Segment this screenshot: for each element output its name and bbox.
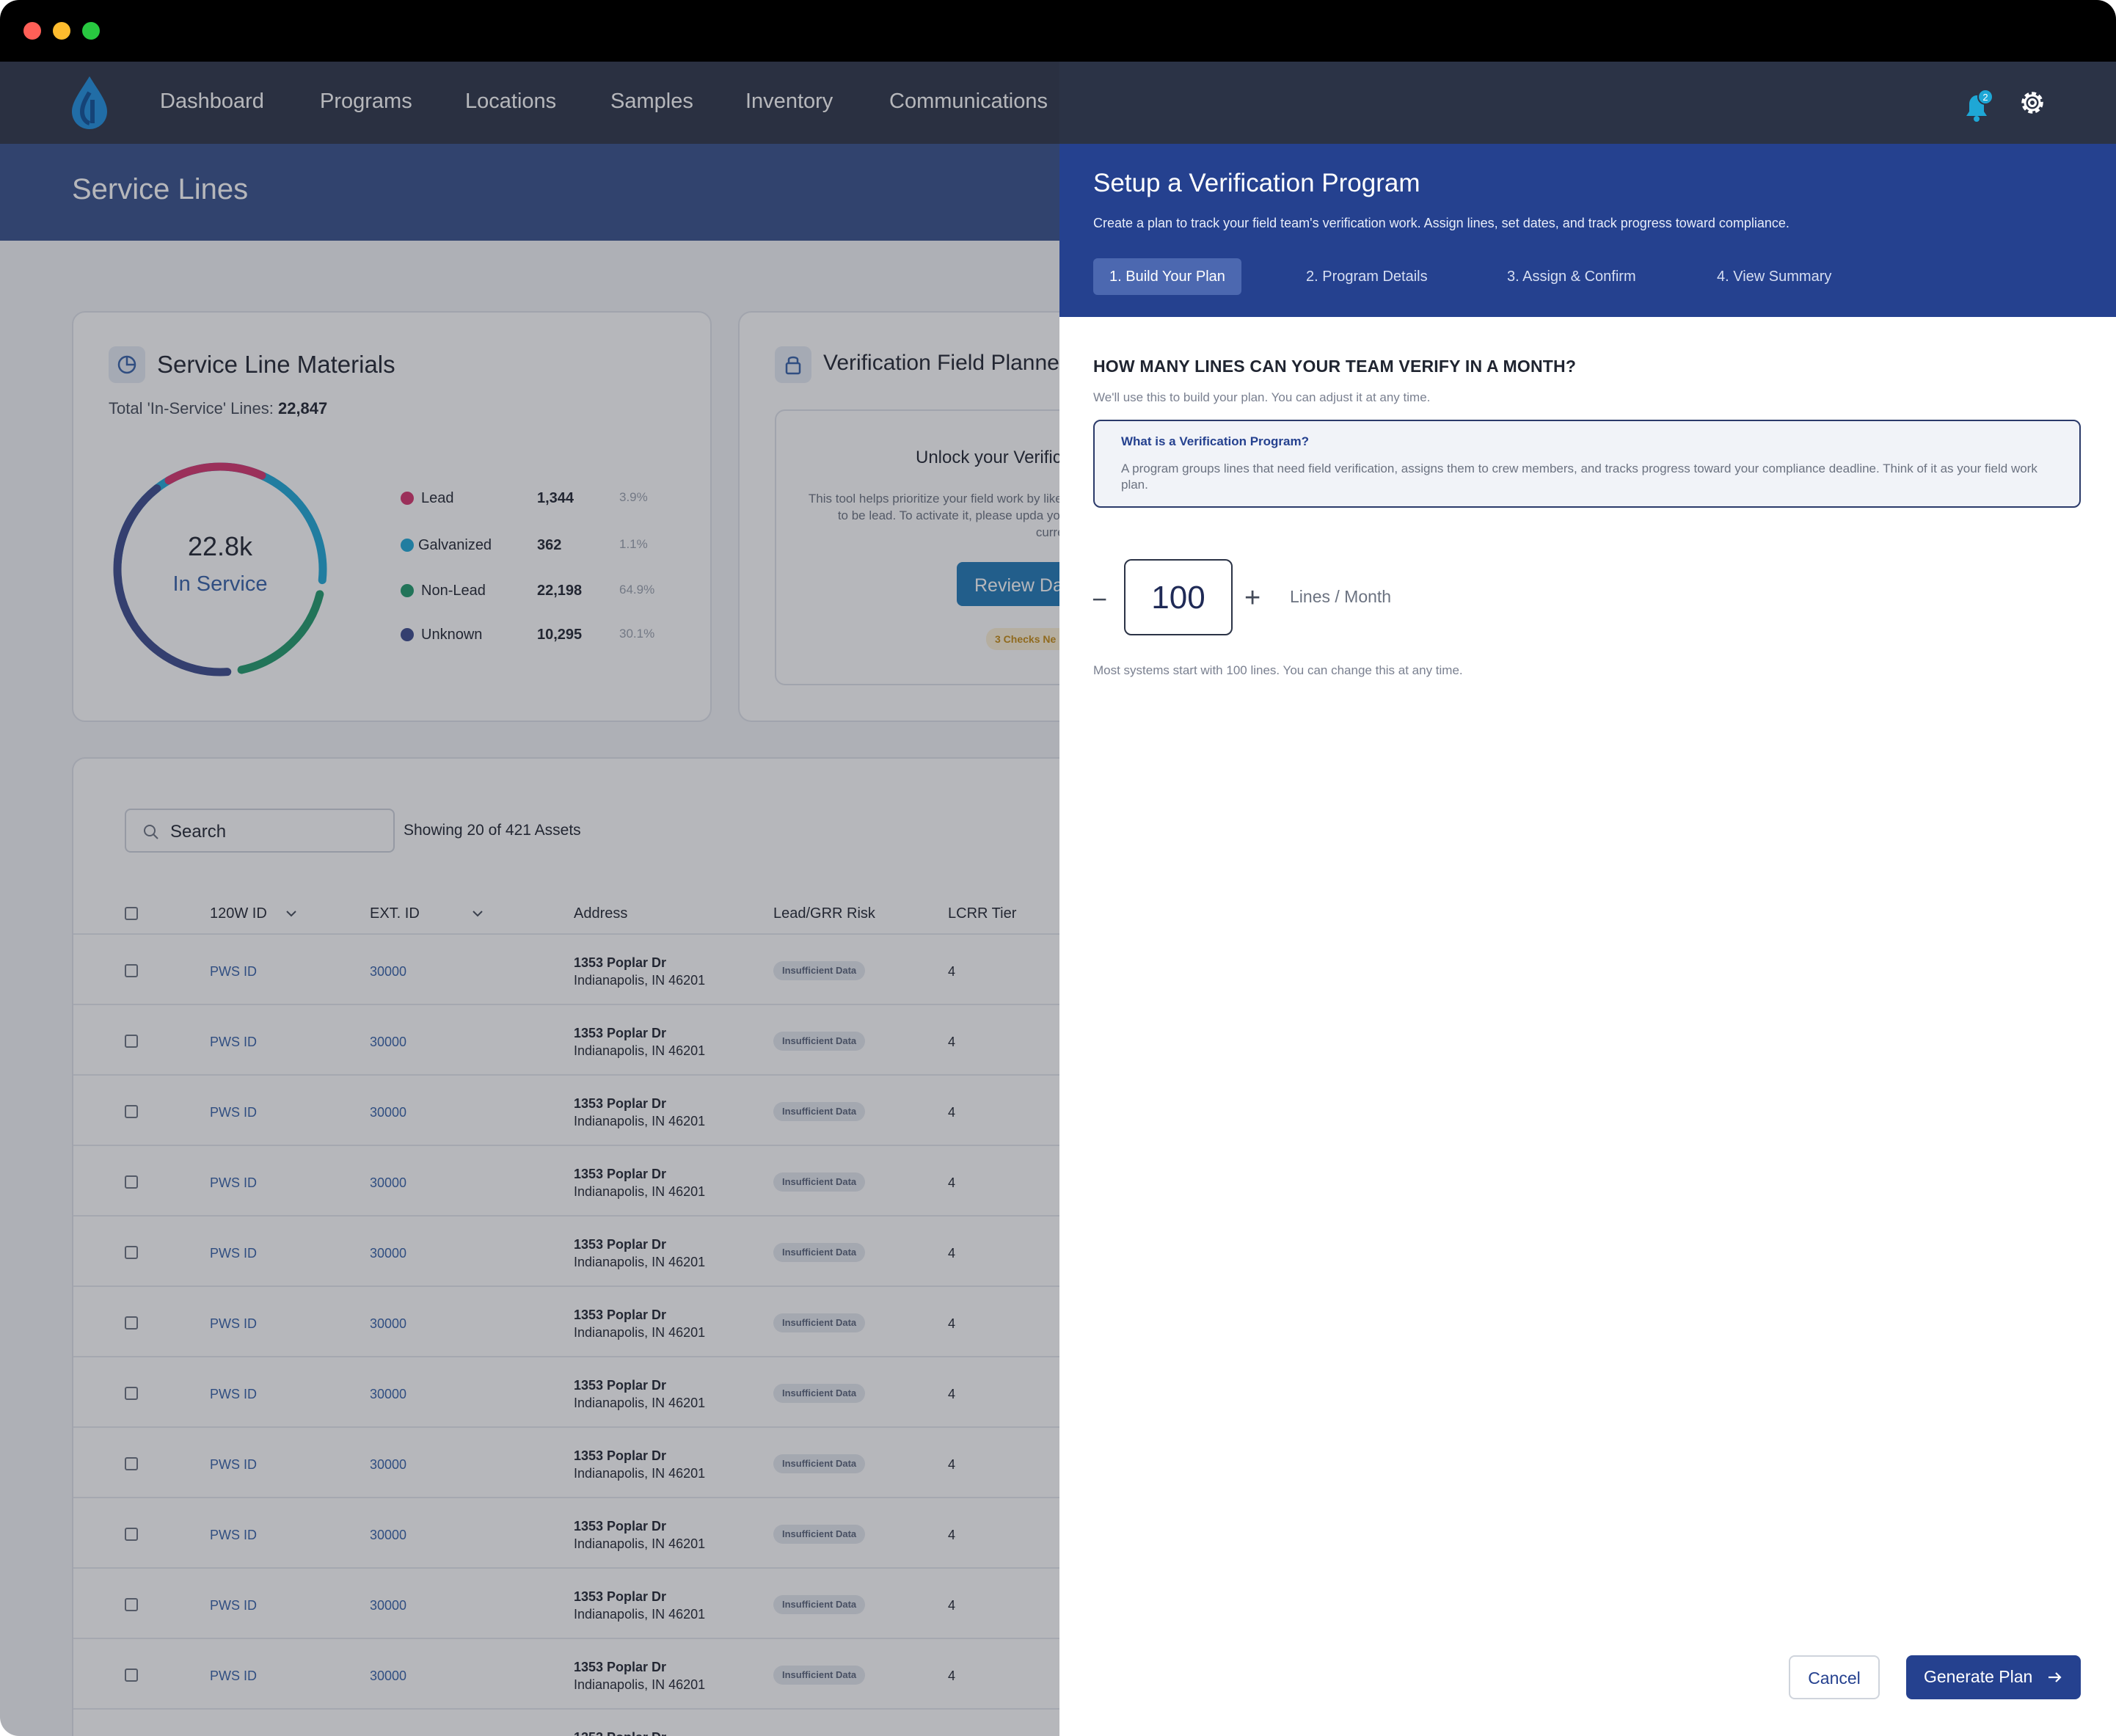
- step-build-plan[interactable]: 1. Build Your Plan: [1093, 258, 1241, 295]
- notification-count: 2: [1982, 92, 1988, 103]
- step-assign-confirm[interactable]: 3. Assign & Confirm: [1507, 258, 1636, 295]
- info-title: What is a Verification Program?: [1121, 434, 1310, 448]
- step-view-summary[interactable]: 4. View Summary: [1717, 258, 1831, 295]
- verification-program-panel: [1059, 144, 2116, 1736]
- question-heading: HOW MANY LINES CAN YOUR TEAM VERIFY IN A…: [1093, 357, 1577, 376]
- notifications-bell-icon[interactable]: 2: [1959, 87, 1997, 125]
- step-program-details[interactable]: 2. Program Details: [1306, 258, 1428, 295]
- modal-overlay[interactable]: [0, 62, 1059, 1736]
- app-window: Dashboard Programs Locations Samples Inv…: [0, 0, 2116, 1736]
- increment-button[interactable]: +: [1244, 583, 1261, 614]
- stepper-unit-label: Lines / Month: [1290, 587, 1392, 606]
- close-window-button[interactable]: [23, 22, 41, 40]
- settings-gear-icon[interactable]: [2016, 87, 2048, 119]
- zoom-window-button[interactable]: [82, 22, 100, 40]
- generate-plan-label: Generate Plan: [1924, 1667, 2033, 1686]
- wizard-subtitle: Create a plan to track your field team's…: [1093, 216, 1790, 230]
- lines-per-month-input[interactable]: 100: [1124, 559, 1233, 635]
- info-description: A program groups lines that need field v…: [1121, 462, 2037, 492]
- arrow-right-icon: [2048, 1672, 2062, 1682]
- cancel-button[interactable]: Cancel: [1789, 1655, 1880, 1699]
- generate-plan-button[interactable]: Generate Plan: [1906, 1655, 2081, 1699]
- minimize-window-button[interactable]: [53, 22, 70, 40]
- wizard-title: Setup a Verification Program: [1093, 169, 1420, 197]
- question-subtext: We'll use this to build your plan. You c…: [1093, 390, 1431, 404]
- title-bar: [0, 0, 2116, 62]
- info-box: What is a Verification Program? A progra…: [1093, 420, 2081, 508]
- stepper-note: Most systems start with 100 lines. You c…: [1093, 663, 1463, 677]
- decrement-button[interactable]: −: [1092, 584, 1107, 615]
